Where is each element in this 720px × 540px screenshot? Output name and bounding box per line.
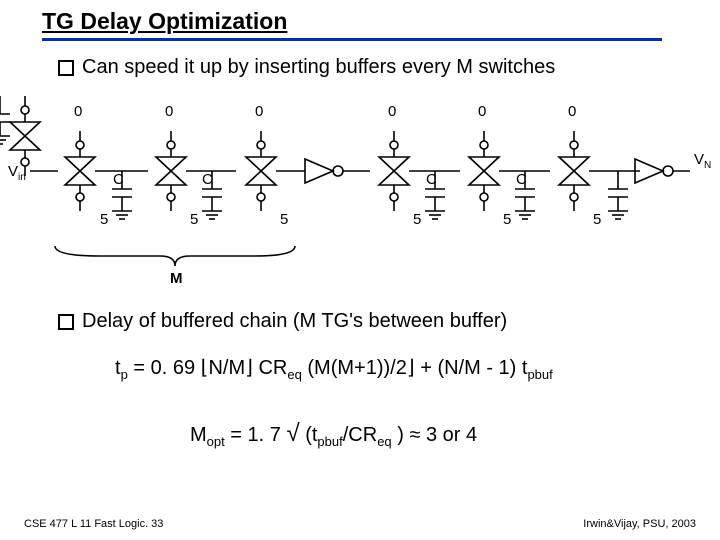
five-6: 5: [593, 211, 601, 228]
five-2: 5: [190, 211, 198, 228]
zero-4: 0: [388, 103, 396, 120]
zero-1: 0: [74, 103, 82, 120]
title-rule: [42, 38, 662, 41]
zero-3: 0: [255, 103, 263, 120]
footer-right: Irwin&Vijay, PSU, 2003: [583, 518, 696, 530]
M-label: M: [170, 270, 183, 286]
five-3: 5: [280, 211, 288, 228]
c-4: C: [426, 171, 437, 188]
bullet-1-text: Can speed it up by inserting buffers eve…: [82, 56, 555, 79]
bullet-square-icon: [58, 60, 74, 76]
zero-2: 0: [165, 103, 173, 120]
bullet-square-icon: [58, 314, 74, 330]
c-2: C: [202, 171, 213, 188]
slide-title: TG Delay Optimization: [42, 8, 287, 35]
footer-left: CSE 477 L 11 Fast Logic. 33: [24, 518, 163, 530]
equation-tp: tp = 0. 69 ⌊N/M⌋ CReq (M(M+1))/2⌋ + (N/M…: [115, 355, 553, 382]
bullet-1: Can speed it up by inserting buffers eve…: [58, 56, 555, 79]
zero-5: 0: [478, 103, 486, 120]
bullet-2: Delay of buffered chain (M TG's between …: [58, 310, 507, 333]
five-4: 5: [413, 211, 421, 228]
zero-6: 0: [568, 103, 576, 120]
c-5: C: [516, 171, 527, 188]
vn-label: VN: [694, 151, 711, 171]
circuit-diagram: line, path, circle, polygon { stroke:#00…: [0, 96, 720, 286]
equation-mopt: Mopt = 1. 7 √ (tpbuf/CReq ) ≈ 3 or 4: [190, 420, 477, 449]
five-1: 5: [100, 211, 108, 228]
bullet-2-text: Delay of buffered chain (M TG's between …: [82, 310, 507, 333]
five-5: 5: [503, 211, 511, 228]
c-1: C: [113, 171, 124, 188]
